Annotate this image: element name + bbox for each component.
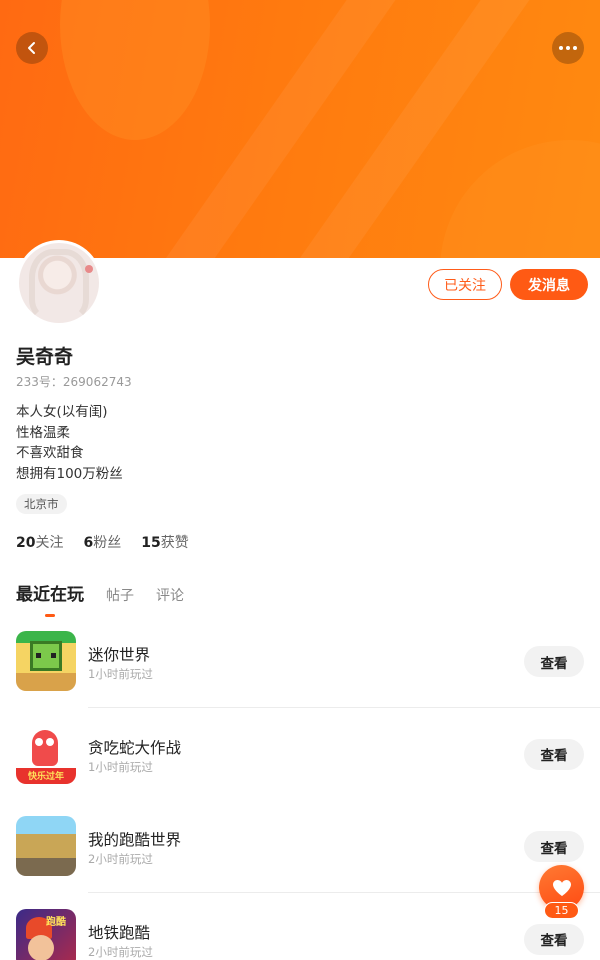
profile-cover	[0, 0, 600, 258]
profile-bio: 本人女(以有闺) 性格温柔 不喜欢甜食 想拥有100万粉丝	[16, 402, 123, 484]
bio-line: 想拥有100万粉丝	[16, 465, 123, 482]
cover-decoration	[440, 140, 600, 258]
recent-games-list: 迷你世界 1小时前玩过 查看 快乐过年 贪吃蛇大作战 1小时前玩过 查看 我的跑…	[0, 623, 600, 960]
view-button[interactable]: 查看	[524, 646, 584, 677]
user-id: 233号：269062743	[16, 375, 132, 389]
stat-fans[interactable]: 6粉丝	[83, 532, 121, 552]
cover-decoration	[60, 0, 210, 140]
view-button[interactable]: 查看	[524, 738, 584, 770]
bio-line: 本人女(以有闺)	[16, 404, 108, 420]
game-icon: 快乐过年	[16, 723, 76, 784]
send-message-button[interactable]: 发消息	[510, 269, 588, 300]
tab-recently-played[interactable]: 最近在玩	[16, 580, 84, 617]
game-icon	[16, 816, 76, 876]
location-tag: 北京市	[16, 494, 67, 514]
back-button[interactable]	[16, 32, 48, 64]
list-item[interactable]: 我的跑酷世界 2小时前玩过 查看	[0, 808, 600, 901]
game-icon-banner: 快乐过年	[16, 767, 76, 784]
divider	[88, 707, 600, 708]
view-button[interactable]: 查看	[524, 923, 584, 955]
more-horizontal-icon	[559, 46, 577, 50]
more-button[interactable]	[552, 32, 584, 64]
list-item[interactable]: 快乐过年 贪吃蛇大作战 1小时前玩过 查看	[0, 716, 600, 809]
avatar[interactable]	[16, 240, 102, 326]
profile-tabs: 最近在玩 帖子 评论	[16, 580, 184, 617]
bio-line: 性格温柔	[16, 424, 70, 441]
played-time: 1小时前玩过	[88, 667, 153, 681]
played-time: 1小时前玩过	[88, 759, 153, 774]
stat-likes[interactable]: 15获赞	[141, 532, 188, 552]
profile-name: 吴奇奇	[16, 346, 74, 368]
game-title: 贪吃蛇大作战	[88, 738, 182, 757]
game-title: 我的跑酷世界	[88, 831, 182, 849]
game-icon-logo: 跑酷	[46, 916, 66, 928]
tab-comments[interactable]: 评论	[156, 585, 184, 605]
heart-icon	[552, 879, 571, 896]
tab-posts[interactable]: 帖子	[106, 585, 134, 605]
avatar-image	[19, 243, 99, 323]
stat-following[interactable]: 20关注	[16, 532, 63, 552]
like-count-badge: 15	[544, 902, 579, 919]
divider	[88, 892, 600, 893]
game-icon: 跑酷	[16, 908, 76, 960]
bio-line: 不喜欢甜食	[16, 445, 84, 461]
list-item[interactable]: 跑酷 地铁跑酷 2小时前玩过 查看	[0, 901, 600, 960]
game-icon	[16, 631, 76, 691]
played-time: 2小时前玩过	[88, 944, 153, 959]
view-button[interactable]: 查看	[524, 831, 584, 862]
profile-stats: 20关注 6粉丝 15获赞	[16, 532, 189, 552]
game-title: 地铁跑酷	[88, 923, 151, 942]
game-title: 迷你世界	[88, 646, 151, 664]
followed-button[interactable]: 已关注	[428, 269, 502, 300]
list-item[interactable]: 迷你世界 1小时前玩过 查看	[0, 623, 600, 716]
chevron-left-icon	[28, 42, 35, 54]
played-time: 2小时前玩过	[88, 852, 153, 866]
